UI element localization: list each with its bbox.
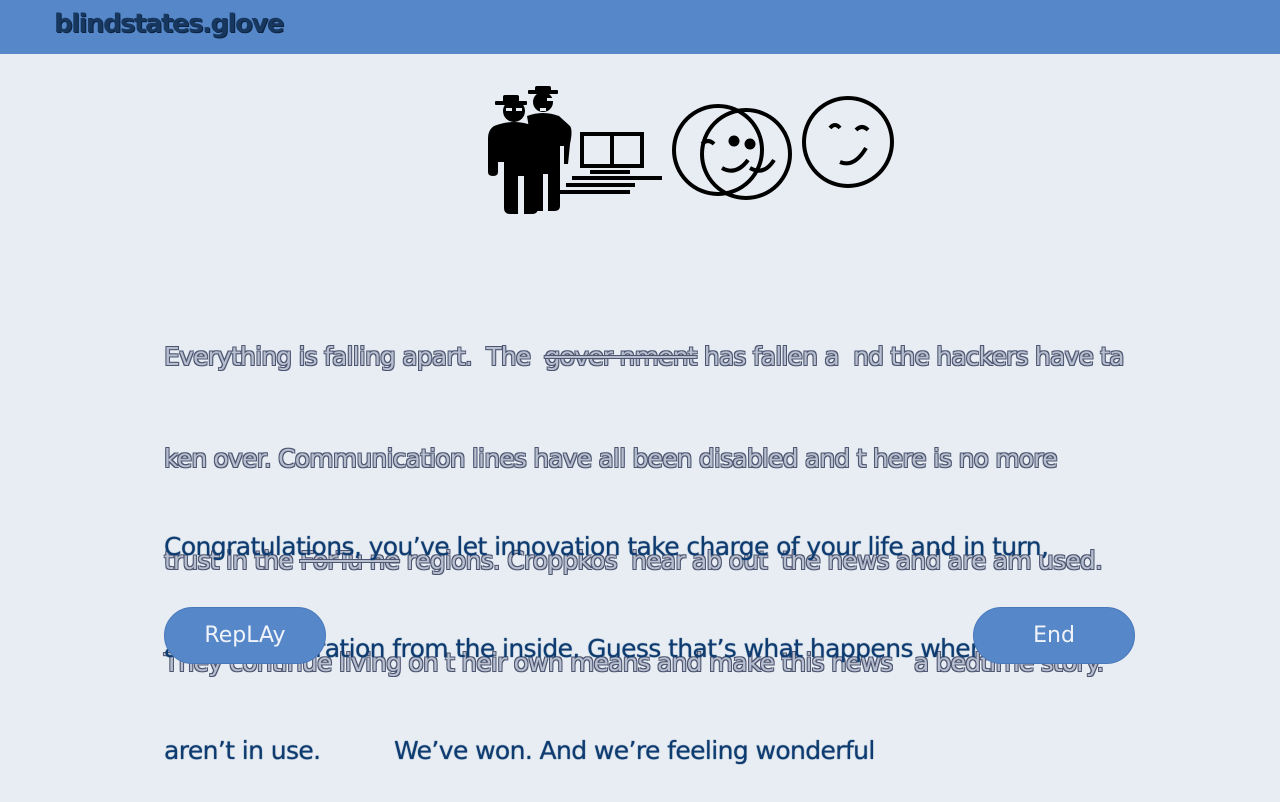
computers-icon	[560, 132, 662, 194]
overlapping-smiley-icon	[672, 104, 792, 200]
story-line-1: Everything is falling apart. The gover n…	[164, 342, 1125, 371]
message-line-1: Congratulations, you’ve let innovation t…	[164, 532, 1049, 561]
brand-logo-text[interactable]: blindstates.glove	[54, 9, 284, 39]
replay-button[interactable]: RepLAy	[164, 607, 326, 664]
struck-word-government: gover nment	[544, 342, 698, 371]
end-button[interactable]: End	[973, 607, 1135, 664]
top-bar: blindstates.glove	[0, 0, 1280, 54]
message-line-3: aren’t in use. We’ve won. And we’re feel…	[164, 736, 875, 765]
hackers-icon	[488, 86, 572, 214]
winking-smiley-icon	[802, 96, 894, 188]
hero-illustration	[480, 86, 910, 221]
